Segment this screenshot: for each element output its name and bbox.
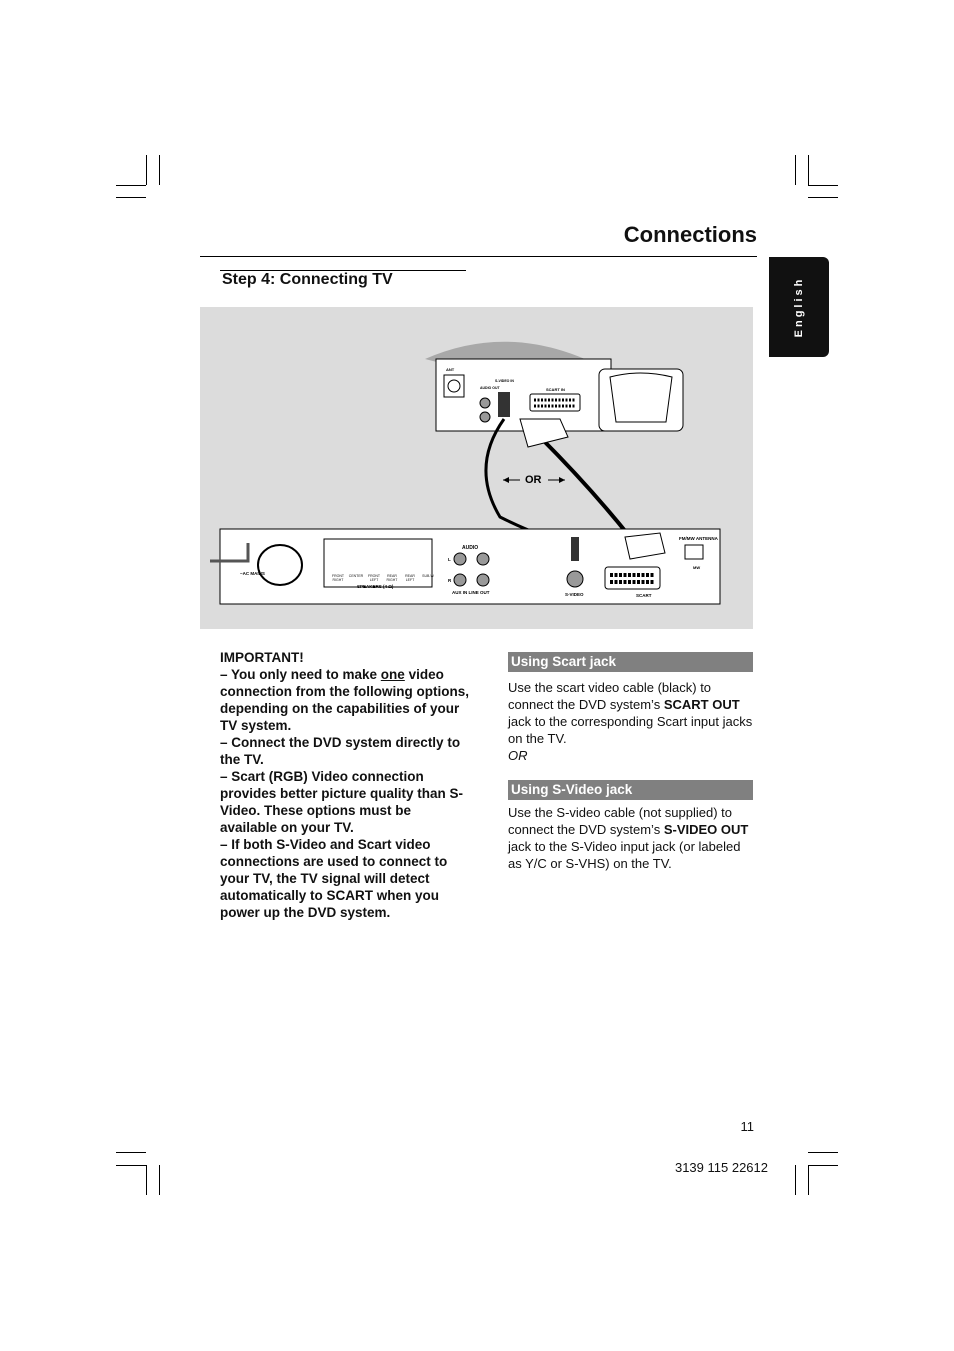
text: jack to the S-Video input jack (or label… (508, 839, 741, 871)
s-video-in-label: S-VIDEO IN (495, 379, 514, 383)
crop-mark (159, 1165, 160, 1195)
l-label: L (448, 557, 451, 562)
tv-illustration (598, 368, 684, 432)
title-divider (200, 256, 757, 257)
text: jack to the corresponding Scart input ja… (508, 714, 753, 746)
important-item-2: – Connect the DVD system directly to the… (220, 735, 461, 767)
page-title: Connections (623, 222, 757, 247)
crop-mark (116, 197, 146, 198)
document-code: 3139 115 22612 (674, 1160, 768, 1175)
crop-mark (808, 197, 838, 198)
language-label: English (793, 276, 805, 338)
scart-label: SCART (636, 593, 652, 598)
or-arrows: OR (503, 474, 565, 486)
speaker-jack-label: CENTER (348, 574, 364, 578)
speaker-jack-label: REAR LEFT (405, 574, 415, 582)
scart-cable (538, 435, 632, 539)
language-tab: English (769, 257, 829, 357)
crop-mark (146, 1165, 147, 1195)
speaker-jack-label: FRONT LEFT (367, 574, 381, 582)
crop-mark (116, 1152, 146, 1153)
scart-plug (519, 418, 569, 448)
crop-mark (808, 1165, 809, 1195)
or-text: OR (508, 748, 528, 763)
crop-mark (159, 155, 160, 185)
or-label: OR (525, 474, 542, 486)
antenna-label: FM/MW ANTENNA (679, 536, 719, 541)
crop-mark (116, 1165, 146, 1166)
audio-label: AUDIO (462, 545, 478, 551)
crop-mark (146, 155, 147, 185)
emphasis: one (380, 667, 405, 682)
speaker-jack-label: REAR RIGHT (386, 574, 398, 582)
important-notes: IMPORTANT! – You only need to make one v… (220, 649, 470, 921)
important-item-4: – If both S-Video and Scart video connec… (220, 837, 448, 920)
svideo-section-heading: Using S-Video jack (508, 780, 753, 800)
important-item-1: – You only need to make one video connec… (220, 666, 470, 734)
s-video-label: S-VIDEO (565, 592, 584, 597)
dvd-back-panel: ~AC MAINS SPEAKERS (4 Ω) AUDIO L R AUX I… (210, 528, 721, 605)
ant-label: ANT (446, 367, 455, 372)
scart-in-label: SCART IN (546, 387, 565, 392)
svideo-section-body: Use the S-video cable (not supplied) to … (508, 804, 753, 872)
text: – You only need to make (220, 667, 381, 682)
connection-diagram: ANT AUDIO OUT S-VIDEO IN SCART IN OR ~AC… (200, 307, 753, 629)
emphasis: SCART OUT (663, 697, 740, 712)
crop-mark (808, 185, 838, 186)
aux-line-label: AUX IN LINE OUT (452, 590, 490, 595)
crop-mark (808, 155, 809, 185)
crop-mark (808, 1165, 838, 1166)
important-item-3: – Scart (RGB) Video connection provides … (220, 769, 464, 835)
manual-page: Connections English Step 4: Connecting T… (0, 0, 954, 1351)
page-number: 11 (740, 1119, 755, 1134)
crop-mark (795, 1165, 796, 1195)
emphasis: S-VIDEO OUT (663, 822, 749, 837)
step-heading: Step 4: Connecting TV (222, 271, 393, 288)
mw-label: MW (693, 565, 700, 570)
crop-mark (116, 185, 146, 186)
speaker-jack-labels: FRONT RIGHT CENTER FRONT LEFT REAR RIGHT… (329, 574, 437, 582)
crop-mark (795, 155, 796, 185)
speaker-jack-label: SUB-W (422, 574, 434, 578)
scart-section-body: Use the scart video cable (black) to con… (508, 679, 753, 764)
scart-section-heading: Using Scart jack (508, 652, 753, 672)
important-title: IMPORTANT! (220, 650, 304, 665)
audio-out-label: AUDIO OUT (480, 386, 501, 390)
speakers-label: SPEAKERS (4 Ω) (357, 584, 394, 589)
speaker-jack-label: FRONT RIGHT (331, 574, 345, 582)
crop-mark (808, 1152, 838, 1153)
